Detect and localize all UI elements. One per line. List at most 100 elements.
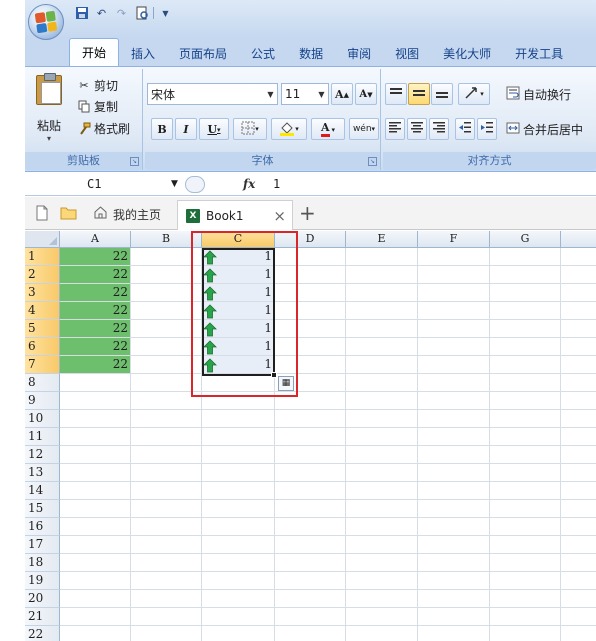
wrap-text-button[interactable]: 自动换行 bbox=[506, 83, 571, 105]
tab-data[interactable]: 数据 bbox=[287, 40, 335, 66]
column-header-e[interactable]: E bbox=[346, 231, 418, 248]
row-header-10[interactable]: 10 bbox=[25, 410, 60, 428]
cell-b14[interactable] bbox=[131, 482, 202, 500]
cell-b21[interactable] bbox=[131, 608, 202, 626]
tab-insert[interactable]: 插入 bbox=[119, 40, 167, 66]
orientation-button[interactable]: ▾ bbox=[458, 83, 490, 105]
align-right-button[interactable] bbox=[429, 118, 449, 140]
cell-h16[interactable] bbox=[561, 518, 596, 536]
print-preview-icon[interactable] bbox=[133, 5, 150, 22]
cell-b8[interactable] bbox=[131, 374, 202, 392]
cell-c11[interactable] bbox=[202, 428, 275, 446]
cell-a4[interactable]: 22 bbox=[60, 302, 131, 320]
cell-g10[interactable] bbox=[490, 410, 561, 428]
cell-b4[interactable] bbox=[131, 302, 202, 320]
cell-f7[interactable] bbox=[418, 356, 490, 374]
cell-f6[interactable] bbox=[418, 338, 490, 356]
cell-h19[interactable] bbox=[561, 572, 596, 590]
folder-icon[interactable] bbox=[60, 205, 77, 221]
cell-b3[interactable] bbox=[131, 284, 202, 302]
cell-h15[interactable] bbox=[561, 500, 596, 518]
cell-g11[interactable] bbox=[490, 428, 561, 446]
column-header-b[interactable]: B bbox=[131, 231, 202, 248]
cell-a20[interactable] bbox=[60, 590, 131, 608]
cell-e4[interactable] bbox=[346, 302, 418, 320]
cell-g5[interactable] bbox=[490, 320, 561, 338]
cell-h2[interactable] bbox=[561, 266, 596, 284]
merge-center-button[interactable]: 合并后居中 bbox=[506, 118, 583, 140]
cell-f1[interactable] bbox=[418, 248, 490, 266]
tab-beautify[interactable]: 美化大师 bbox=[431, 40, 503, 66]
cell-g18[interactable] bbox=[490, 554, 561, 572]
cell-b5[interactable] bbox=[131, 320, 202, 338]
cell-a19[interactable] bbox=[60, 572, 131, 590]
row-header-4[interactable]: 4 bbox=[25, 302, 60, 320]
cell-c3[interactable]: 1 bbox=[202, 284, 275, 302]
redo-icon[interactable]: ↷ bbox=[113, 5, 130, 22]
cell-g6[interactable] bbox=[490, 338, 561, 356]
cell-d21[interactable] bbox=[275, 608, 346, 626]
cell-g1[interactable] bbox=[490, 248, 561, 266]
cell-b15[interactable] bbox=[131, 500, 202, 518]
cell-a18[interactable] bbox=[60, 554, 131, 572]
cell-g4[interactable] bbox=[490, 302, 561, 320]
cell-e21[interactable] bbox=[346, 608, 418, 626]
column-header-a[interactable]: A bbox=[60, 231, 131, 248]
cell-a6[interactable]: 22 bbox=[60, 338, 131, 356]
cell-b17[interactable] bbox=[131, 536, 202, 554]
cell-h9[interactable] bbox=[561, 392, 596, 410]
paste-button[interactable]: 粘贴 ▾ bbox=[29, 73, 69, 151]
cell-a21[interactable] bbox=[60, 608, 131, 626]
row-header-19[interactable]: 19 bbox=[25, 572, 60, 590]
cell-e12[interactable] bbox=[346, 446, 418, 464]
cell-g16[interactable] bbox=[490, 518, 561, 536]
underline-button[interactable]: U ▾ bbox=[199, 118, 229, 140]
cell-f18[interactable] bbox=[418, 554, 490, 572]
font-color-button[interactable]: A ▾ bbox=[311, 118, 345, 140]
cell-c19[interactable] bbox=[202, 572, 275, 590]
font-size-combo[interactable]: 11 ▼ bbox=[281, 83, 329, 105]
cell-g15[interactable] bbox=[490, 500, 561, 518]
font-name-combo[interactable]: 宋体 ▼ bbox=[147, 83, 278, 105]
cell-c17[interactable] bbox=[202, 536, 275, 554]
cell-c8[interactable] bbox=[202, 374, 275, 392]
cell-h14[interactable] bbox=[561, 482, 596, 500]
italic-button[interactable]: I bbox=[175, 118, 197, 140]
tab-formulas[interactable]: 公式 bbox=[239, 40, 287, 66]
cell-c15[interactable] bbox=[202, 500, 275, 518]
column-header-d[interactable]: D bbox=[275, 231, 346, 248]
cell-f22[interactable] bbox=[418, 626, 490, 641]
row-header-21[interactable]: 21 bbox=[25, 608, 60, 626]
row-header-13[interactable]: 13 bbox=[25, 464, 60, 482]
cell-b9[interactable] bbox=[131, 392, 202, 410]
increase-indent-button[interactable] bbox=[477, 118, 497, 140]
cut-button[interactable]: ✂ 剪切 bbox=[77, 75, 118, 95]
cell-c18[interactable] bbox=[202, 554, 275, 572]
row-header-18[interactable]: 18 bbox=[25, 554, 60, 572]
cell-a16[interactable] bbox=[60, 518, 131, 536]
cell-c6[interactable]: 1 bbox=[202, 338, 275, 356]
new-document-icon[interactable] bbox=[34, 205, 50, 221]
format-painter-button[interactable]: 格式刷 bbox=[77, 118, 130, 138]
formula-input[interactable]: 1 bbox=[273, 175, 280, 194]
row-header-2[interactable]: 2 bbox=[25, 266, 60, 284]
cell-f9[interactable] bbox=[418, 392, 490, 410]
cell-g14[interactable] bbox=[490, 482, 561, 500]
name-box[interactable]: C1 bbox=[25, 175, 185, 194]
cell-a10[interactable] bbox=[60, 410, 131, 428]
cell-g3[interactable] bbox=[490, 284, 561, 302]
cell-d22[interactable] bbox=[275, 626, 346, 641]
cell-e6[interactable] bbox=[346, 338, 418, 356]
cell-c16[interactable] bbox=[202, 518, 275, 536]
cell-c21[interactable] bbox=[202, 608, 275, 626]
worksheet-grid[interactable]: A B C D E F G 1 22 1 2 22 1 3 22 1 4 22 1 5 22 1 6 22 1 7 22 1 8 9 10 1… bbox=[25, 231, 596, 641]
cell-c5[interactable]: 1 bbox=[202, 320, 275, 338]
cell-b18[interactable] bbox=[131, 554, 202, 572]
cell-f16[interactable] bbox=[418, 518, 490, 536]
cell-f20[interactable] bbox=[418, 590, 490, 608]
cell-h6[interactable] bbox=[561, 338, 596, 356]
cell-a22[interactable] bbox=[60, 626, 131, 641]
cell-f21[interactable] bbox=[418, 608, 490, 626]
cell-h11[interactable] bbox=[561, 428, 596, 446]
row-header-11[interactable]: 11 bbox=[25, 428, 60, 446]
